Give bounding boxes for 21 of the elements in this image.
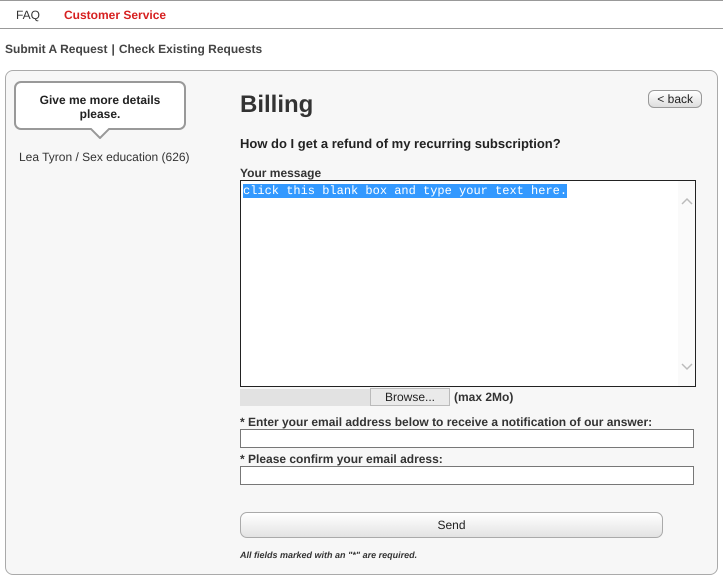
- field-label: Your message: [240, 166, 322, 180]
- send-button[interactable]: Send: [240, 512, 663, 538]
- email-field[interactable]: [240, 466, 694, 485]
- nav-tab[interactable]: Customer Service: [64, 7, 166, 22]
- field-label: * Please confirm your email adress:: [240, 452, 444, 466]
- email-field[interactable]: [240, 429, 694, 448]
- separator: |: [111, 42, 115, 56]
- file-path-field[interactable]: [240, 388, 370, 406]
- breadcrumb: Lea Tyron / Sex education (626): [19, 150, 191, 164]
- size-note: (max 2Mo): [454, 390, 514, 404]
- question-text: How do I get a refund of my recurring subscription?: [240, 136, 562, 151]
- bubble-tail: [90, 128, 110, 139]
- browse-button[interactable]: Browse...: [370, 388, 450, 406]
- speech-bubble: Give me more details please.: [14, 81, 186, 130]
- page-title: Billing: [240, 90, 314, 120]
- back-button[interactable]: < back: [648, 90, 702, 108]
- field-label: * Enter your email address below to receive a notification of our answer:: [240, 415, 654, 429]
- required-note: All fields marked with an "*" are required.: [240, 550, 418, 560]
- subnav-link[interactable]: Submit A Request: [5, 42, 108, 56]
- subnav-link[interactable]: Check Existing Requests: [118, 42, 262, 56]
- nav-tab[interactable]: FAQ: [16, 7, 40, 22]
